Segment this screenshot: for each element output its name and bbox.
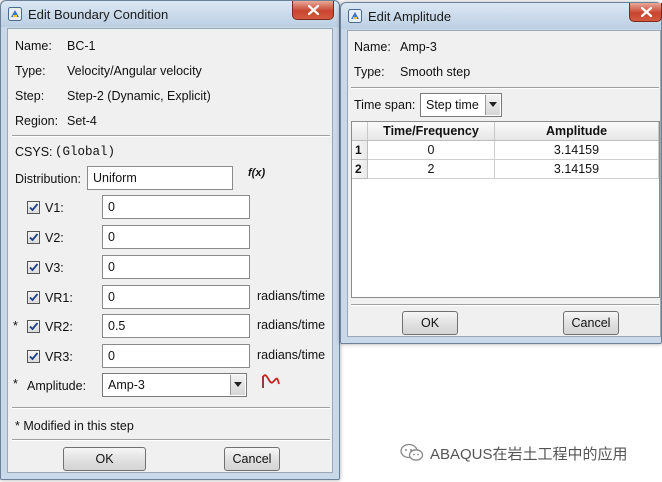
v1-label: V1:: [45, 201, 64, 215]
v1-field[interactable]: 0: [102, 195, 250, 219]
bc-region-value: Set-4: [67, 114, 97, 128]
bc-region-label: Region:: [15, 114, 59, 128]
chevron-down-icon: [234, 382, 242, 387]
amplitude-dropdown-arrow[interactable]: [230, 375, 245, 395]
amplitude-label: Amplitude:: [27, 379, 87, 393]
time-span-select[interactable]: Step time: [420, 93, 502, 117]
vr3-unit: radians/time: [257, 348, 326, 362]
bc-dialog-title: Edit Boundary Condition: [28, 7, 169, 22]
vr3-checkbox[interactable]: [27, 350, 40, 363]
v3-label: V3:: [45, 261, 64, 275]
edit-boundary-condition-dialog: Edit Boundary Condition Name: BC-1 Type:…: [0, 0, 340, 480]
edit-amplitude-dialog: Edit Amplitude Name: Amp-3 Type: Smooth …: [340, 2, 662, 344]
amplitude-select-value: Amp-3: [108, 378, 145, 392]
amp-ok-button[interactable]: OK: [402, 311, 458, 335]
modified-note: * Modified in this step: [15, 419, 134, 433]
vr2-checkbox[interactable]: [27, 320, 40, 333]
watermark-text: ABAQUS在岩土工程中的应用: [430, 446, 628, 463]
amp-type-label: Type:: [354, 65, 385, 79]
v2-field[interactable]: 0: [102, 225, 250, 249]
table-corner-header: [352, 122, 368, 141]
table-cell-time[interactable]: 2: [368, 160, 495, 179]
v1-checkbox[interactable]: [27, 201, 40, 214]
vr2-modified-marker: *: [13, 319, 18, 333]
bc-dialog-body: Name: BC-1 Type: Velocity/Angular veloci…: [7, 28, 333, 473]
table-row-header-1[interactable]: 1: [352, 141, 368, 160]
time-span-label: Time span:: [354, 98, 416, 112]
abaqus-app-icon: [348, 9, 362, 23]
chevron-down-icon: [489, 102, 497, 107]
amplitude-table[interactable]: Time/Frequency Amplitude 1 0 3.14159 2 2…: [351, 121, 660, 298]
vr1-label: VR1:: [45, 291, 73, 305]
distribution-label: Distribution:: [15, 172, 81, 186]
v2-checkbox[interactable]: [27, 231, 40, 244]
csys-label: CSYS:: [15, 145, 53, 159]
amp-separator-bottom: [351, 304, 659, 306]
vr1-unit: radians/time: [257, 289, 326, 303]
amp-name-value: Amp-3: [400, 40, 437, 54]
bc-title-bar[interactable]: Edit Boundary Condition: [1, 1, 339, 27]
amp-cancel-button[interactable]: Cancel: [563, 311, 619, 335]
bc-close-button[interactable]: [292, 1, 334, 20]
close-icon: [641, 7, 652, 17]
bc-ok-button[interactable]: OK: [63, 447, 146, 471]
table-header-amplitude[interactable]: Amplitude: [495, 122, 659, 141]
v3-field[interactable]: 0: [102, 255, 250, 279]
time-span-select-value: Step time: [426, 98, 479, 112]
table-header-time[interactable]: Time/Frequency: [368, 122, 495, 141]
checkmark-icon: [29, 203, 39, 212]
amp-dialog-title: Edit Amplitude: [368, 9, 452, 24]
table-row-header-2[interactable]: 2: [352, 160, 368, 179]
checkmark-icon: [29, 233, 39, 242]
checkmark-icon: [29, 293, 39, 302]
csys-value: (Global): [55, 145, 116, 159]
amp-close-button[interactable]: [629, 3, 662, 22]
amplitude-manager-icon[interactable]: [261, 372, 281, 390]
v2-label: V2:: [45, 231, 64, 245]
time-span-dropdown-arrow[interactable]: [485, 95, 500, 115]
bc-separator-bottom: [12, 439, 330, 441]
bc-separator-top: [12, 135, 330, 137]
amp-type-value: Smooth step: [400, 65, 471, 79]
amp-separator-top: [351, 87, 659, 89]
distribution-field[interactable]: Uniform: [87, 166, 233, 190]
bc-step-label: Step:: [15, 89, 45, 103]
close-icon: [308, 5, 319, 15]
bc-type-label: Type:: [15, 64, 46, 78]
checkmark-icon: [29, 263, 39, 272]
vr2-label: VR2:: [45, 320, 73, 334]
vr2-field[interactable]: 0.5: [102, 314, 250, 338]
vr1-checkbox[interactable]: [27, 291, 40, 304]
checkmark-icon: [29, 322, 39, 331]
vr2-unit: radians/time: [257, 318, 326, 332]
amp-dialog-body: Name: Amp-3 Type: Smooth step Time span:…: [347, 30, 661, 337]
bc-separator-middle: [12, 407, 330, 409]
amplitude-modified-marker: *: [13, 377, 18, 391]
amp-title-bar[interactable]: Edit Amplitude: [341, 3, 662, 29]
bc-step-value: Step-2 (Dynamic, Explicit): [67, 89, 211, 103]
v3-checkbox[interactable]: [27, 261, 40, 274]
vr3-field[interactable]: 0: [102, 344, 250, 368]
vr3-label: VR3:: [45, 350, 73, 364]
bc-name-label: Name:: [15, 39, 52, 53]
fx-button[interactable]: f(x): [248, 167, 265, 179]
table-cell-amplitude[interactable]: 3.14159: [495, 160, 659, 179]
wechat-icon: [400, 443, 424, 461]
bc-name-value: BC-1: [67, 39, 96, 53]
amplitude-select[interactable]: Amp-3: [102, 373, 247, 397]
table-cell-amplitude[interactable]: 3.14159: [495, 141, 659, 160]
checkmark-icon: [29, 352, 39, 361]
table-cell-time[interactable]: 0: [368, 141, 495, 160]
abaqus-app-icon: [8, 7, 22, 21]
bc-type-value: Velocity/Angular velocity: [67, 64, 202, 78]
amp-name-label: Name:: [354, 40, 391, 54]
bc-cancel-button[interactable]: Cancel: [224, 447, 280, 471]
vr1-field[interactable]: 0: [102, 285, 250, 309]
